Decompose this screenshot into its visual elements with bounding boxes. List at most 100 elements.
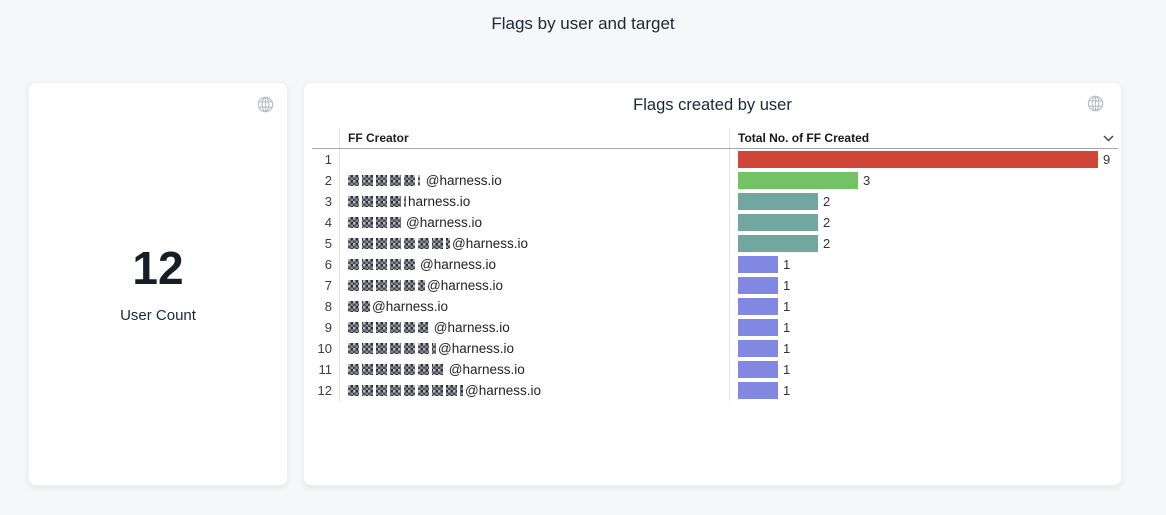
redacted-email: [348, 175, 420, 186]
bar: [738, 319, 778, 336]
table-header-row: FF Creator Total No. of FF Created: [312, 128, 1118, 149]
bar-value: 1: [783, 383, 790, 398]
bar-cell: 2: [730, 233, 1118, 254]
row-number-column-header: [312, 128, 340, 148]
row-rank: 9: [312, 317, 340, 338]
row-rank: 11: [312, 359, 340, 380]
creator-cell: [340, 149, 730, 170]
bar-value: 2: [823, 215, 830, 230]
redacted-email: [348, 364, 443, 375]
creator-cell: harness.io: [340, 191, 730, 212]
bar-value: 1: [783, 299, 790, 314]
bar-cell: 1: [730, 275, 1118, 296]
creator-cell: @harness.io: [340, 317, 730, 338]
row-rank: 2: [312, 170, 340, 191]
column-header-label: Total No. of FF Created: [738, 131, 869, 145]
bar-cell: 1: [730, 296, 1118, 317]
creator-cell: @harness.io: [340, 359, 730, 380]
bar-value: 1: [783, 320, 790, 335]
table-row[interactable]: 12 @harness.io 1: [312, 380, 1118, 401]
bar-cell: 2: [730, 191, 1118, 212]
redacted-email: [348, 259, 418, 270]
row-rank: 1: [312, 149, 340, 170]
page-title: Flags by user and target: [0, 14, 1166, 34]
table-row[interactable]: 4 @harness.io 2: [312, 212, 1118, 233]
bar-value: 1: [783, 341, 790, 356]
row-rank: 7: [312, 275, 340, 296]
user-count-content: 12 User Count: [29, 83, 287, 485]
creator-cell: @harness.io: [340, 275, 730, 296]
bar: [738, 361, 778, 378]
bar-value: 2: [823, 236, 830, 251]
creator-cell: @harness.io: [340, 254, 730, 275]
bar: [738, 340, 778, 357]
table-row[interactable]: 7 @harness.io 1: [312, 275, 1118, 296]
bar: [738, 235, 818, 252]
row-rank: 3: [312, 191, 340, 212]
table-row[interactable]: 6 @harness.io 1: [312, 254, 1118, 275]
row-rank: 10: [312, 338, 340, 359]
email-suffix: @harness.io: [465, 383, 541, 398]
email-suffix: @harness.io: [372, 299, 448, 314]
redacted-email: [348, 385, 463, 396]
chevron-down-icon[interactable]: [1103, 135, 1114, 142]
bar: [738, 256, 778, 273]
chart-title: Flags created by user: [304, 96, 1121, 115]
row-rank: 8: [312, 296, 340, 317]
table-row[interactable]: 5@harness.io2: [312, 233, 1118, 254]
flags-created-card: Flags created by user FF Creator Total N…: [303, 82, 1122, 486]
bar-value: 2: [823, 194, 830, 209]
table-row[interactable]: 8 @harness.io 1: [312, 296, 1118, 317]
table-row[interactable]: 3 harness.io 2: [312, 191, 1118, 212]
redacted-email: [348, 238, 450, 249]
table-row[interactable]: 10 @harness.io 1: [312, 338, 1118, 359]
bar-value: 3: [863, 173, 870, 188]
row-rank: 4: [312, 212, 340, 233]
bar-cell: 1: [730, 359, 1118, 380]
bar: [738, 151, 1098, 168]
email-suffix: @harness.io: [420, 257, 496, 272]
email-suffix: @harness.io: [422, 173, 502, 188]
user-count-value: 12: [132, 245, 183, 291]
creator-cell: @harness.io: [340, 296, 730, 317]
globe-icon[interactable]: [256, 95, 275, 114]
row-rank: 12: [312, 380, 340, 401]
table-body: 192 @harness.io33harness.io24@harness.io…: [312, 149, 1118, 401]
creator-cell: @harness.io: [340, 170, 730, 191]
email-suffix: harness.io: [408, 194, 470, 209]
bar-value: 1: [783, 278, 790, 293]
bar: [738, 382, 778, 399]
creator-cell: @harness.io: [340, 380, 730, 401]
redacted-email: [348, 301, 370, 312]
bar-cell: 1: [730, 338, 1118, 359]
creator-cell: @harness.io: [340, 338, 730, 359]
email-suffix: @harness.io: [452, 236, 528, 251]
bar: [738, 277, 778, 294]
email-suffix: @harness.io: [438, 341, 514, 356]
bar-value: 1: [783, 257, 790, 272]
bar: [738, 214, 818, 231]
bar-value: 1: [783, 362, 790, 377]
globe-icon[interactable]: [1086, 94, 1105, 113]
row-rank: 6: [312, 254, 340, 275]
redacted-email: [348, 280, 425, 291]
user-count-label: User Count: [120, 307, 196, 324]
bar-cell: 3: [730, 170, 1118, 191]
email-suffix: @harness.io: [427, 278, 503, 293]
redacted-email: [348, 217, 404, 228]
bar-cell: 1: [730, 380, 1118, 401]
bar: [738, 172, 858, 189]
bar: [738, 193, 818, 210]
table-row[interactable]: 9 @harness.io 1: [312, 317, 1118, 338]
table-row[interactable]: 19: [312, 149, 1118, 170]
table-row[interactable]: 11 @harness.io 1: [312, 359, 1118, 380]
creator-cell: @harness.io: [340, 212, 730, 233]
redacted-email: [348, 322, 428, 333]
column-header-ff-creator[interactable]: FF Creator: [340, 128, 730, 148]
bar-cell: 1: [730, 317, 1118, 338]
creator-cell: @harness.io: [340, 233, 730, 254]
email-suffix: @harness.io: [406, 215, 482, 230]
table-row[interactable]: 2 @harness.io 3: [312, 170, 1118, 191]
column-header-total-ff-created[interactable]: Total No. of FF Created: [730, 128, 1118, 148]
flags-table: FF Creator Total No. of FF Created 192 @…: [312, 128, 1118, 401]
